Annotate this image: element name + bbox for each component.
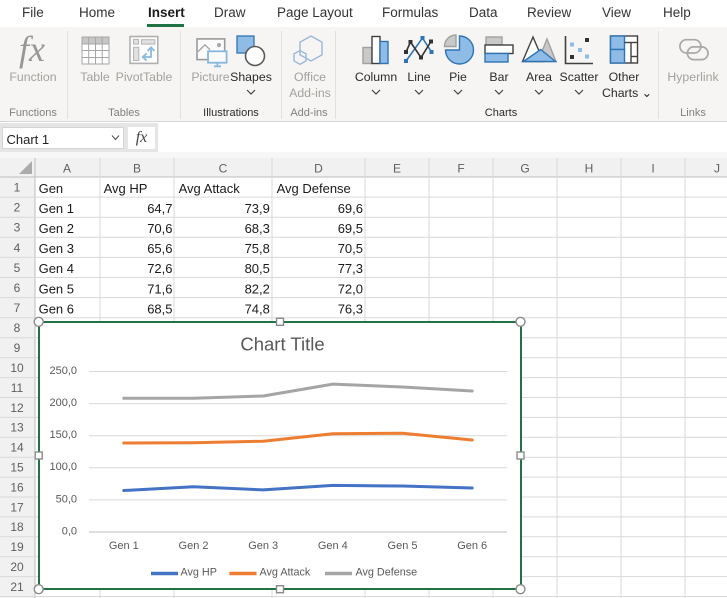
svg-text:250,0: 250,0 [49,365,77,377]
svg-text:Chart Title: Chart Title [240,334,324,355]
svg-text:0,0: 0,0 [62,525,77,537]
svg-text:Gen 5: Gen 5 [388,540,418,552]
svg-text:150,0: 150,0 [49,429,77,441]
svg-text:Avg HP: Avg HP [181,567,217,579]
svg-text:Gen 1: Gen 1 [109,540,139,552]
svg-text:100,0: 100,0 [49,461,77,473]
svg-text:Avg Defense: Avg Defense [356,567,418,579]
svg-text:Avg Attack: Avg Attack [260,567,311,579]
svg-text:Gen 4: Gen 4 [318,540,348,552]
svg-text:50,0: 50,0 [56,493,77,505]
svg-text:200,0: 200,0 [49,397,77,409]
svg-text:Gen 3: Gen 3 [248,540,278,552]
svg-text:Gen 6: Gen 6 [457,540,487,552]
svg-text:Gen 2: Gen 2 [179,540,209,552]
